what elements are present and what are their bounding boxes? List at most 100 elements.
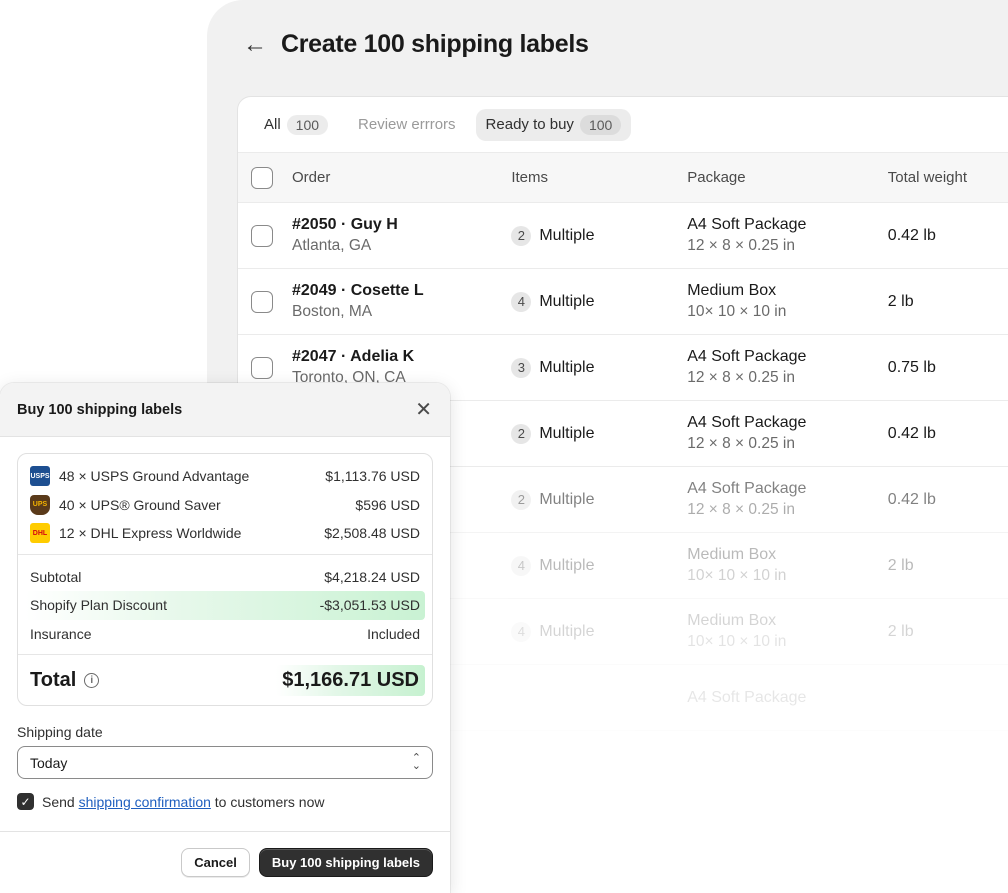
column-order[interactable]: Order: [292, 169, 511, 186]
item-count-badge: 3: [511, 357, 532, 378]
discount-label: Shopify Plan Discount: [30, 597, 167, 614]
table-row[interactable]: #2050 · Guy H Atlanta, GA 2 Multiple A4 …: [238, 203, 1008, 269]
tab-count: 100: [579, 114, 622, 135]
cancel-button[interactable]: Cancel: [181, 848, 250, 877]
package-name: A4 Soft Package: [687, 216, 807, 233]
modal-footer: Cancel Buy 100 shipping labels: [0, 831, 450, 893]
items-label: Multiple: [539, 490, 595, 508]
package-name: A4 Soft Package: [687, 688, 807, 706]
cost-breakdown: Subtotal $4,218.24 USD Shopify Plan Disc…: [18, 555, 432, 655]
modal-header: Buy 100 shipping labels ✕: [0, 383, 450, 437]
chevron-up-down-icon: ⌃ ⌄: [411, 751, 421, 772]
tab-ready-to-buy[interactable]: Ready to buy 100: [475, 108, 632, 141]
page-title: Create 100 shipping labels: [281, 30, 589, 58]
arrow-left-icon[interactable]: ←: [243, 32, 267, 57]
shipping-date-select[interactable]: Today ⌃ ⌄: [17, 746, 433, 779]
table-header: Order Items Package Total weight: [238, 153, 1008, 203]
subtotal-value: $4,218.24 USD: [324, 568, 420, 585]
package-dimensions: 12 × 8 × 0.25 in: [687, 501, 795, 518]
subtotal-line: Subtotal $4,218.24 USD: [25, 563, 425, 592]
package-name: Medium Box: [687, 546, 777, 563]
table-row[interactable]: #2049 · Cosette L Boston, MA 4 Multiple …: [238, 269, 1008, 335]
carrier-label: 40 × UPS® Ground Saver: [59, 496, 221, 513]
carrier-list: USPS 48 × USPS Ground Advantage $1,113.7…: [18, 454, 432, 555]
items-label: Multiple: [539, 358, 595, 376]
shipping-date-value: Today: [30, 754, 68, 771]
info-icon[interactable]: i: [84, 672, 100, 688]
tab-all[interactable]: All 100: [254, 109, 338, 141]
package-dimensions: 10× 10 × 10 in: [687, 633, 787, 650]
confirmation-suffix: to customers now: [210, 793, 325, 810]
total-weight: 0.42 lb: [887, 226, 936, 244]
item-count-badge: 2: [511, 225, 532, 246]
total-label: Total: [30, 668, 77, 691]
item-count-badge: 4: [511, 291, 532, 312]
order-number[interactable]: #2047 · Adelia K: [292, 348, 511, 366]
total-line: Total i $1,166.71 USD: [18, 655, 432, 705]
shipping-date-label: Shipping date: [17, 724, 103, 740]
select-all-checkbox[interactable]: [251, 166, 273, 189]
package-name: A4 Soft Package: [687, 414, 807, 431]
buy-labels-modal: Buy 100 shipping labels ✕ USPS 48 × USPS…: [0, 383, 450, 893]
column-weight[interactable]: Total weight: [888, 169, 1008, 186]
confirmation-row: ✓ Send shipping confirmation to customer…: [17, 793, 433, 810]
confirmation-text: Send shipping confirmation to customers …: [42, 794, 325, 810]
package-dimensions: 10× 10 × 10 in: [687, 303, 787, 320]
row-checkbox[interactable]: [251, 356, 273, 379]
usps-logo: USPS: [30, 466, 50, 487]
column-items[interactable]: Items: [511, 169, 687, 186]
discount-line: Shopify Plan Discount -$3,051.53 USD: [25, 591, 425, 620]
page-header: ← Create 100 shipping labels: [243, 30, 589, 59]
dhl-logo: DHL: [30, 523, 50, 544]
tab-review-errors[interactable]: Review errrors: [348, 110, 466, 139]
carrier-amount: $2,508.48 USD: [324, 525, 420, 542]
modal-title: Buy 100 shipping labels: [17, 401, 183, 418]
package-name: Medium Box: [687, 282, 777, 299]
items-label: Multiple: [539, 622, 595, 640]
order-number[interactable]: #2049 · Cosette L: [292, 282, 511, 300]
order-location: Atlanta, GA: [292, 237, 372, 254]
cost-summary: USPS 48 × USPS Ground Advantage $1,113.7…: [17, 453, 433, 706]
tab-label: All: [264, 116, 281, 133]
send-confirmation-checkbox[interactable]: ✓: [17, 793, 34, 810]
item-count-badge: 2: [511, 423, 532, 444]
items-label: Multiple: [539, 556, 595, 574]
item-count-badge: 4: [511, 555, 532, 576]
row-checkbox[interactable]: [251, 224, 273, 247]
items-label: Multiple: [539, 226, 595, 244]
insurance-label: Insurance: [30, 625, 92, 642]
items-label: Multiple: [539, 424, 595, 442]
package-name: A4 Soft Package: [687, 480, 807, 497]
row-checkbox[interactable]: [251, 290, 273, 313]
package-dimensions: 12 × 8 × 0.25 in: [687, 237, 795, 254]
insurance-line: Insurance Included: [25, 620, 425, 649]
ups-logo: UPS: [30, 494, 50, 515]
carrier-label: 48 × USPS Ground Advantage: [59, 468, 250, 485]
order-location: Boston, MA: [292, 303, 373, 320]
tab-label: Ready to buy: [485, 116, 574, 133]
column-package[interactable]: Package: [687, 169, 888, 186]
shipping-confirmation-link[interactable]: shipping confirmation: [79, 794, 211, 810]
package-name: Medium Box: [687, 612, 777, 629]
order-number[interactable]: #2050 · Guy H: [292, 216, 511, 234]
total-weight: 2 lb: [887, 292, 914, 310]
subtotal-label: Subtotal: [30, 568, 82, 585]
discount-value: -$3,051.53 USD: [319, 597, 420, 614]
confirmation-prefix: Send: [42, 793, 79, 810]
buy-labels-button[interactable]: Buy 100 shipping labels: [258, 848, 433, 877]
insurance-value: Included: [367, 625, 420, 642]
close-icon[interactable]: ✕: [415, 400, 432, 420]
item-count-badge: 4: [511, 621, 532, 642]
total-weight: 0.75 lb: [887, 358, 936, 376]
package-name: A4 Soft Package: [687, 348, 807, 365]
item-count-badge: 2: [511, 489, 532, 510]
tab-bar: All 100 Review errrors Ready to buy 100: [238, 97, 1008, 153]
carrier-line: USPS 48 × USPS Ground Advantage $1,113.7…: [30, 462, 420, 491]
total-value: $1,166.71 USD: [276, 664, 425, 696]
tab-label: Review errrors: [358, 116, 456, 133]
total-weight: 0.42 lb: [887, 490, 936, 508]
total-weight: 0.42 lb: [887, 424, 936, 442]
package-dimensions: 12 × 8 × 0.25 in: [687, 369, 795, 386]
carrier-line: UPS 40 × UPS® Ground Saver $596 USD: [30, 491, 420, 520]
total-weight: 2 lb: [887, 622, 914, 640]
